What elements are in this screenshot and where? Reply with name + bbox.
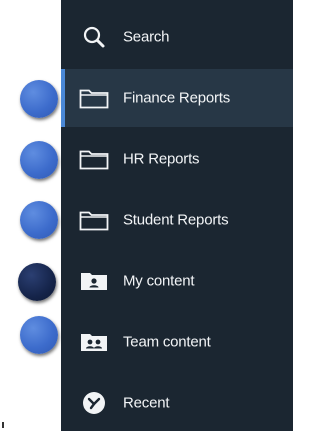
sidebar-item-student-reports[interactable]: Student Reports xyxy=(61,191,293,249)
sidebar-item-label: Recent xyxy=(123,394,170,412)
sidebar-item-search[interactable]: Search xyxy=(61,8,293,66)
sidebar-item-label: HR Reports xyxy=(123,150,200,168)
search-icon xyxy=(79,25,109,49)
marker-dot-finance xyxy=(20,80,58,118)
edge-tick xyxy=(2,422,4,428)
marker-dot-team-content xyxy=(20,316,58,354)
team-content-icon xyxy=(79,330,109,354)
folder-icon xyxy=(79,147,109,171)
stage: Search Finance Reports HR Reports Studen… xyxy=(0,0,293,431)
sidebar-item-team-content[interactable]: Team content xyxy=(61,313,293,371)
folder-icon xyxy=(79,86,109,110)
sidebar-item-label: Finance Reports xyxy=(123,89,231,107)
sidebar-item-hr-reports[interactable]: HR Reports xyxy=(61,130,293,188)
folder-icon xyxy=(79,208,109,232)
sidebar-item-my-content[interactable]: My content xyxy=(61,252,293,310)
marker-dot-my-content xyxy=(18,263,56,301)
marker-dot-hr xyxy=(20,141,58,179)
marker-dot-student xyxy=(20,201,58,239)
sidebar: Search Finance Reports HR Reports Studen… xyxy=(61,0,293,431)
sidebar-item-label: My content xyxy=(123,272,195,290)
sidebar-item-label: Search xyxy=(123,28,170,46)
my-content-icon xyxy=(79,269,109,293)
sidebar-item-recent[interactable]: Recent xyxy=(61,374,293,431)
sidebar-item-label: Team content xyxy=(123,333,211,351)
sidebar-item-label: Student Reports xyxy=(123,211,229,229)
sidebar-item-finance-reports[interactable]: Finance Reports xyxy=(61,69,293,127)
recent-icon xyxy=(79,391,109,415)
